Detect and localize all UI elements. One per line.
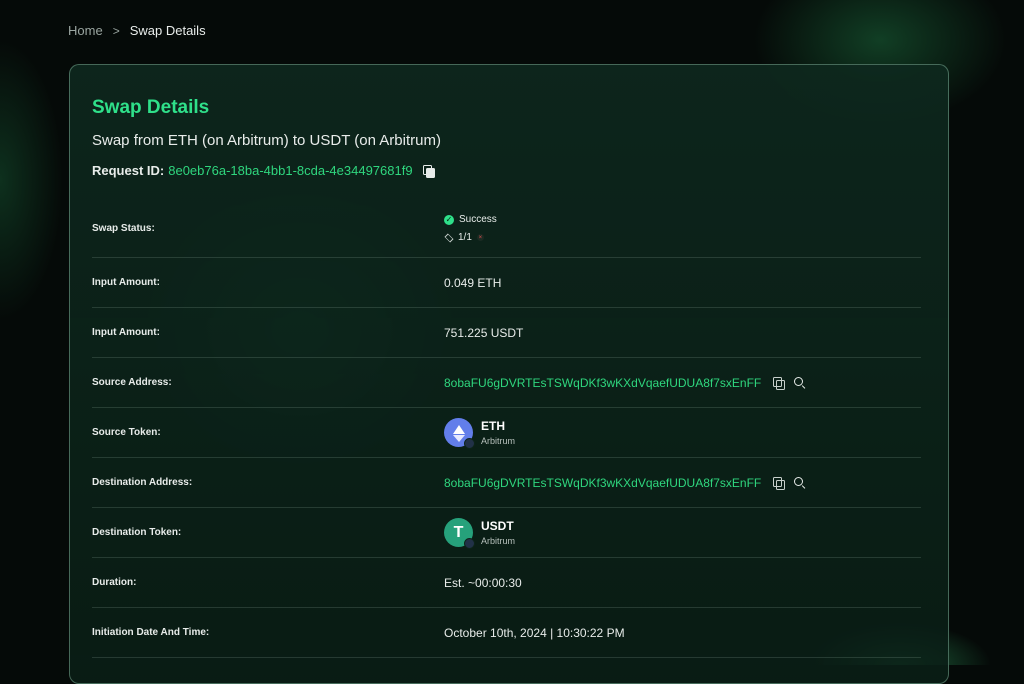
details-table: Swap Status: ✓ Success 1/1 × Input Amoun… bbox=[92, 200, 921, 658]
arbitrum-chain-icon bbox=[464, 538, 475, 549]
row-label: Duration: bbox=[92, 577, 444, 588]
check-circle-icon: ✓ bbox=[444, 215, 454, 225]
row-label: Source Token: bbox=[92, 427, 444, 438]
steps-text: 1/1 bbox=[458, 232, 472, 243]
source-address-link[interactable]: 8obaFU6gDVRTEsTSWqDKf3wKXdVqaefUDUA8f7sx… bbox=[444, 376, 761, 390]
request-id-value[interactable]: 8e0eb76a-18ba-4bb1-8cda-4e34497681f9 bbox=[168, 163, 412, 178]
row-label: Destination Token: bbox=[92, 527, 444, 538]
swap-subtitle: Swap from ETH (on Arbitrum) to USDT (on … bbox=[92, 132, 921, 149]
row-source-address: Source Address: 8obaFU6gDVRTEsTSWqDKf3wK… bbox=[92, 358, 921, 408]
input-amount-value: 0.049 ETH bbox=[444, 276, 501, 290]
close-icon: × bbox=[477, 234, 484, 241]
copy-icon[interactable] bbox=[773, 477, 784, 488]
token-chain: Arbitrum bbox=[481, 436, 515, 446]
row-label: Destination Address: bbox=[92, 477, 444, 488]
row-label: Input Amount: bbox=[92, 327, 444, 338]
swap-details-card: Swap Details Swap from ETH (on Arbitrum)… bbox=[69, 64, 949, 684]
breadcrumb-current: Swap Details bbox=[130, 23, 206, 38]
output-amount-value: 751.225 USDT bbox=[444, 326, 523, 340]
search-icon[interactable] bbox=[794, 377, 805, 388]
row-label: Initiation Date And Time: bbox=[92, 627, 444, 638]
copy-icon[interactable] bbox=[773, 377, 784, 388]
row-source-token: Source Token: ETH Arbitrum bbox=[92, 408, 921, 458]
swap-status-value: ✓ Success 1/1 × bbox=[444, 214, 497, 243]
row-swap-status: Swap Status: ✓ Success 1/1 × bbox=[92, 200, 921, 258]
row-output-amount: Input Amount: 751.225 USDT bbox=[92, 308, 921, 358]
status-success: ✓ Success bbox=[444, 214, 497, 225]
token-symbol: USDT bbox=[481, 519, 515, 533]
row-label: Swap Status: bbox=[92, 223, 444, 234]
token-chain: Arbitrum bbox=[481, 536, 515, 546]
usdt-token-icon: T bbox=[444, 518, 473, 547]
row-input-amount: Input Amount: 0.049 ETH bbox=[92, 258, 921, 308]
row-label: Source Address: bbox=[92, 377, 444, 388]
status-steps: 1/1 × bbox=[444, 232, 497, 243]
row-label: Input Amount: bbox=[92, 277, 444, 288]
source-token-value: ETH Arbitrum bbox=[444, 418, 515, 447]
breadcrumb: Home > Swap Details bbox=[68, 23, 206, 38]
destination-address-link[interactable]: 8obaFU6gDVRTEsTSWqDKf3wKXdVqaefUDUA8f7sx… bbox=[444, 476, 761, 490]
layers-icon bbox=[444, 233, 453, 242]
page-title: Swap Details bbox=[92, 97, 921, 121]
destination-address-value: 8obaFU6gDVRTEsTSWqDKf3wKXdVqaefUDUA8f7sx… bbox=[444, 476, 805, 490]
row-destination-token: Destination Token: T USDT Arbitrum bbox=[92, 508, 921, 558]
breadcrumb-home-link[interactable]: Home bbox=[68, 23, 103, 38]
destination-token-value: T USDT Arbitrum bbox=[444, 518, 515, 547]
row-initiation: Initiation Date And Time: October 10th, … bbox=[92, 608, 921, 658]
search-icon[interactable] bbox=[794, 477, 805, 488]
row-duration: Duration: Est. ~00:00:30 bbox=[92, 558, 921, 608]
source-address-value: 8obaFU6gDVRTEsTSWqDKf3wKXdVqaefUDUA8f7sx… bbox=[444, 376, 805, 390]
token-symbol: ETH bbox=[481, 419, 515, 433]
copy-icon[interactable] bbox=[423, 165, 434, 176]
duration-value: Est. ~00:00:30 bbox=[444, 576, 522, 590]
status-text: Success bbox=[459, 214, 497, 225]
request-id: Request ID: 8e0eb76a-18ba-4bb1-8cda-4e34… bbox=[92, 163, 921, 178]
initiation-value: October 10th, 2024 | 10:30:22 PM bbox=[444, 626, 625, 640]
chevron-right-icon: > bbox=[113, 24, 120, 38]
arbitrum-chain-icon bbox=[464, 438, 475, 449]
eth-token-icon bbox=[444, 418, 473, 447]
row-destination-address: Destination Address: 8obaFU6gDVRTEsTSWqD… bbox=[92, 458, 921, 508]
request-id-label: Request ID: bbox=[92, 163, 164, 178]
